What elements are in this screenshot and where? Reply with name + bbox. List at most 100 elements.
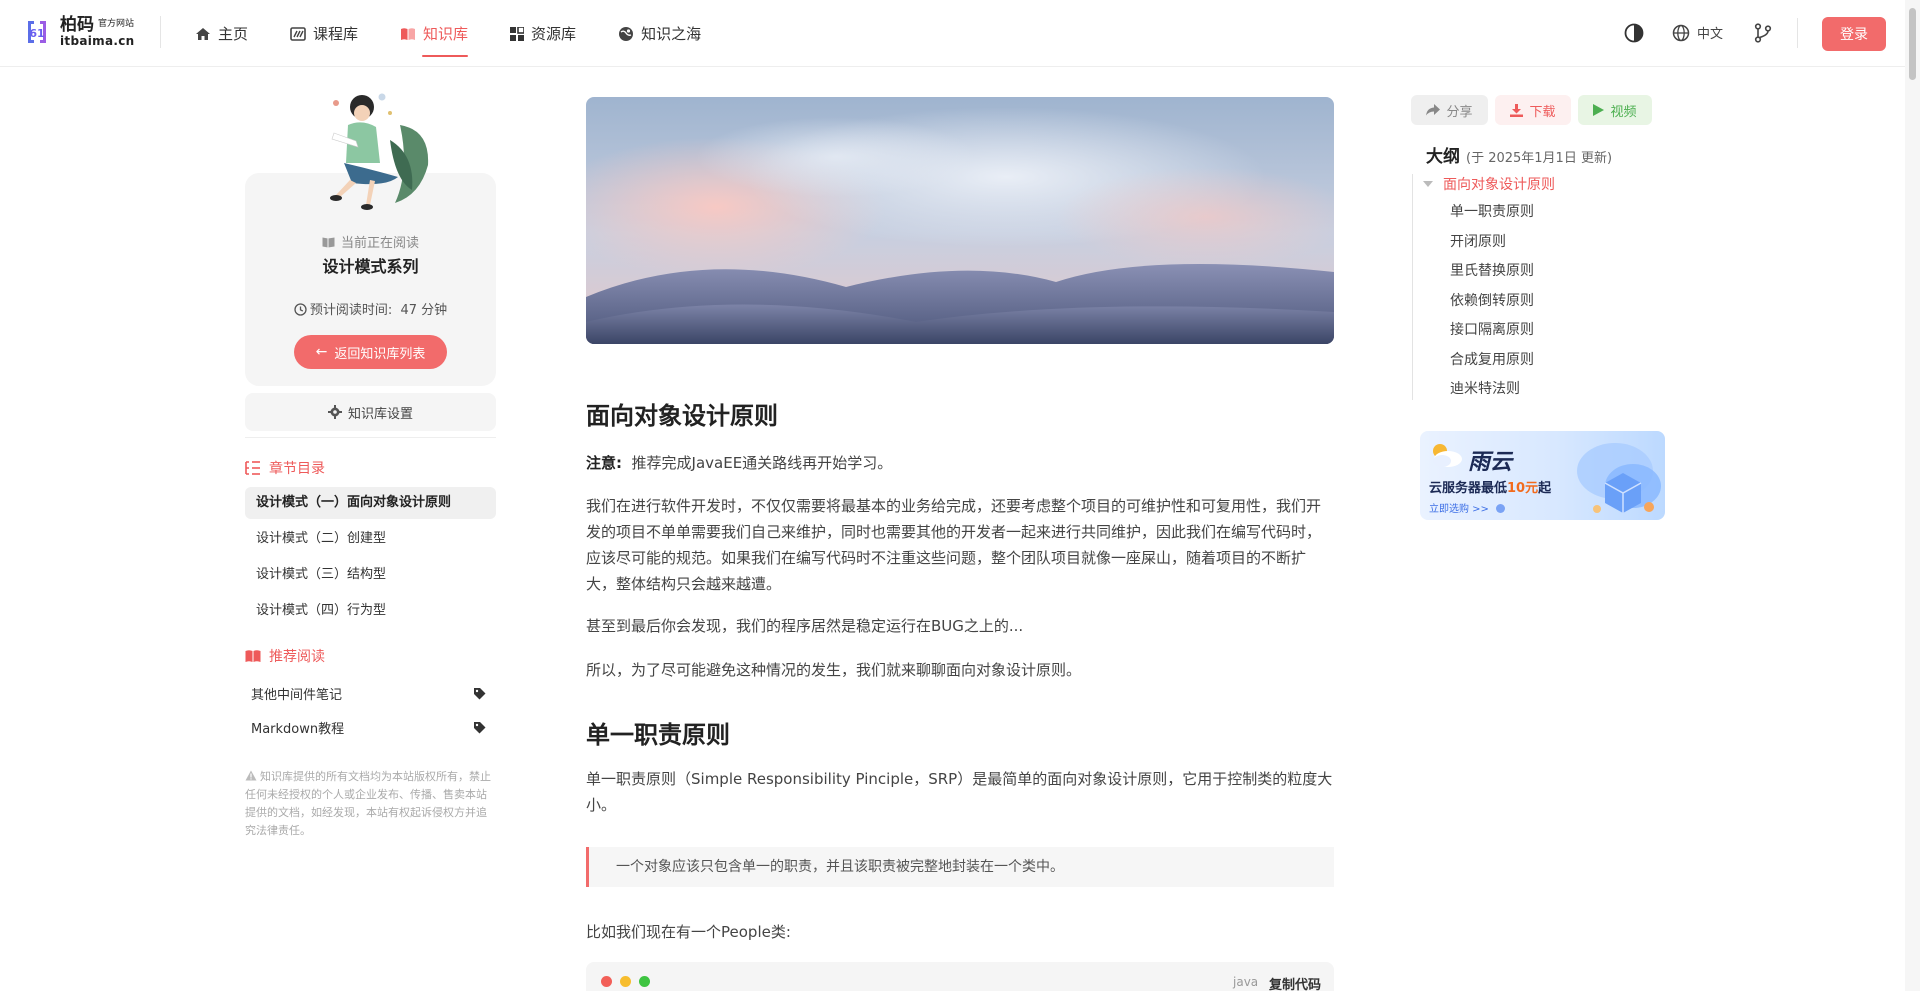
course-icon [290,26,306,41]
tag-icon [474,687,486,699]
site-logo[interactable]: 61 柏码 官方网站 itbaima.cn [22,15,135,47]
article-paragraph-1: 我们在进行软件开发时，不仅仅需要将最基本的业务给完成，还要考虑整个项目的可维护性… [586,497,1322,593]
reading-book-icon [322,237,335,248]
video-label: 视频 [1610,104,1637,120]
nav-resources[interactable]: 资源库 [510,0,576,67]
article-paragraph-4: 单一职责原则（Simple Responsibility Pinciple，SR… [586,770,1333,814]
download-button[interactable]: 下载 [1495,95,1571,125]
recommend-section-title: 推荐阅读 [245,646,325,666]
outline-root-item[interactable]: 面向对象设计原则 [1423,174,1555,194]
clock-icon [294,303,307,316]
nav-home-label: 主页 [218,25,249,43]
outline-item[interactable]: 单一职责原则 [1450,198,1534,228]
nav-courses-label: 课程库 [313,25,359,43]
rainyun-ad-banner[interactable]: 雨云 云服务器最低10元起 立即选购 >> [1420,431,1665,520]
chapter-item[interactable]: 设计模式（四）行为型 [245,595,496,627]
recommend-list: 其他中间件笔记 Markdown教程 [245,676,496,744]
window-dot-red [601,976,612,987]
notice-text: 推荐完成JavaEE通关路线再开始学习。 [631,454,893,472]
scrollbar-thumb[interactable] [1909,8,1916,80]
nav-knowledge-label: 知识库 [423,25,469,43]
globe-icon [1672,24,1690,41]
outline-title-label: 大纲 [1426,147,1460,167]
ad-buy-link[interactable]: 立即选购 >> [1429,500,1506,515]
cloud-server-illustration [1577,443,1661,513]
outline-item[interactable]: 迪米特法则 [1450,375,1534,405]
reading-label-text: 当前正在阅读 [340,236,419,251]
reading-time-value: 47 分钟 [400,303,448,318]
recommend-item-label: 其他中间件笔记 [251,687,343,703]
article-heading-1: 面向对象设计原则 [586,402,778,430]
window-dot-yellow [620,976,631,987]
list-icon [245,461,260,475]
warning-icon [245,770,257,781]
share-icon [1426,104,1441,116]
outline-updated: (于 2025年1月1日 更新) [1466,151,1613,166]
chapter-item[interactable]: 设计模式（二）创建型 [245,523,496,555]
recommend-title-label: 推荐阅读 [269,649,325,665]
outline-item[interactable]: 接口隔离原则 [1450,316,1534,346]
book-icon [401,27,416,40]
ad-sub-highlight: 10元 [1507,481,1539,496]
login-button[interactable]: 登录 [1822,17,1886,51]
grid-icon [510,26,525,41]
page-scrollbar[interactable] [1905,0,1920,991]
git-branch-icon[interactable] [1754,23,1772,43]
recommend-item[interactable]: 其他中间件笔记 [245,676,496,710]
logo-name: 柏码 [60,15,94,35]
nav-knowledge-sea[interactable]: 知识之海 [618,0,701,67]
nav-courses[interactable]: 课程库 [290,0,358,67]
outline-item[interactable]: 里氏替换原则 [1450,257,1534,287]
reading-time: 预计阅读时间: 47 分钟 [245,299,496,318]
chapter-item[interactable]: 设计模式（一）面向对象设计原则 [245,487,496,519]
knowledge-settings-button[interactable]: 知识库设置 [245,393,496,431]
download-label: 下载 [1529,104,1556,120]
nav-home[interactable]: 主页 [195,0,248,67]
share-button[interactable]: 分享 [1411,95,1488,125]
caret-down-icon [1423,181,1433,187]
reading-label: 当前正在阅读 [245,232,496,251]
reading-title: 设计模式系列 [322,257,419,276]
back-to-list-button[interactable]: ← 返回知识库列表 [294,335,447,369]
outline-track [1412,174,1413,400]
video-button[interactable]: 视频 [1578,95,1652,125]
logo-tag: 官方网站 [98,19,135,30]
recommend-item[interactable]: Markdown教程 [245,710,496,744]
notice-label: 注意: [586,454,622,472]
sun-cloud-icon [1433,444,1462,467]
outline-item[interactable]: 合成复用原则 [1450,346,1534,376]
copyright-note-text: 知识库提供的所有文档均为本站版权所有，禁止任何未经授权的个人或企业发布、传播、售… [245,770,491,837]
code-language: java [1233,975,1259,989]
outline-item[interactable]: 开闭原则 [1450,228,1534,258]
top-header: 61 柏码 官方网站 itbaima.cn 主页 课程库 知识库 资源库 知识之海 [0,0,1905,67]
outline-item[interactable]: 依赖倒转原则 [1450,287,1534,317]
tag-icon [474,721,486,733]
ad-dot-icon [1496,504,1506,513]
theme-toggle-icon[interactable] [1624,23,1644,43]
reading-girl-illustration [330,93,429,210]
article-hero-image [586,97,1334,344]
ad-title: 雨云 [1468,450,1513,475]
gear-icon [327,405,342,419]
article-paragraph-5: 比如我们现在有一个People类: [586,923,791,941]
play-icon [1593,104,1605,116]
language-label: 中文 [1697,27,1724,42]
nav-knowledge[interactable]: 知识库 [400,0,469,67]
chapter-item[interactable]: 设计模式（三）结构型 [245,559,496,591]
ad-sub-prefix: 云服务器最低 [1429,481,1508,496]
home-icon [196,27,210,40]
reading-time-label: 预计阅读时间: [309,303,393,318]
copy-code-button[interactable]: 复制代码 [1269,974,1321,991]
outline-root-label: 面向对象设计原则 [1443,177,1555,193]
nav-knowledge-sea-label: 知识之海 [641,25,702,43]
outline-title: 大纲 (于 2025年1月1日 更新) [1426,142,1612,167]
svg-text:61: 61 [29,27,44,40]
chapter-list: 设计模式（一）面向对象设计原则 设计模式（二）创建型 设计模式（三）结构型 设计… [245,487,496,631]
window-dot-green [639,976,650,987]
article-blockquote: 一个对象应该只包含单一的职责，并且该职责被完整地封装在一个类中。 [586,847,1334,887]
download-icon [1510,103,1524,117]
nav-resources-label: 资源库 [531,25,577,43]
language-switch[interactable]: 中文 [1672,23,1723,42]
back-to-list-label: 返回知识库列表 [334,346,426,362]
recommend-item-label: Markdown教程 [251,721,345,737]
